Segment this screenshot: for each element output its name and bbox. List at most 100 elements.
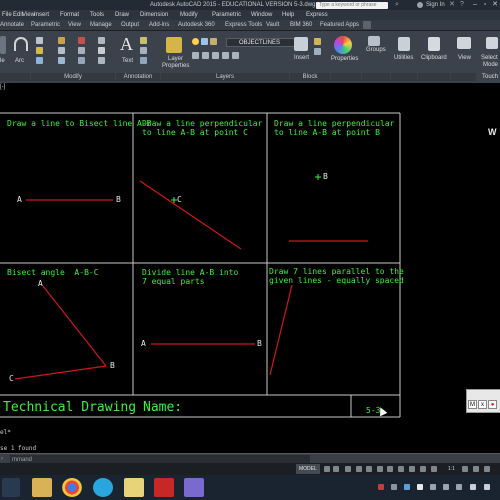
line-icon[interactable] — [0, 36, 6, 54]
snap-icon[interactable] — [333, 466, 339, 472]
notes-icon[interactable] — [124, 478, 144, 497]
ortho-icon[interactable] — [345, 466, 351, 472]
menu-format[interactable]: Format — [60, 10, 79, 20]
clipboard-button[interactable]: Clipboard — [421, 55, 447, 61]
otrack-icon[interactable] — [377, 466, 383, 472]
tab-bim-360[interactable]: BIM 360 — [290, 20, 312, 30]
start-button[interactable] — [2, 478, 20, 497]
arc-button[interactable]: Arc — [15, 58, 24, 64]
erase-icon[interactable] — [98, 37, 105, 44]
model-space-button[interactable]: MODEL — [296, 464, 320, 474]
panel-properties-title[interactable] — [331, 73, 361, 81]
utilities-icon[interactable] — [398, 37, 410, 51]
menu-view[interactable]: View — [22, 10, 35, 20]
panel-groups-title[interactable] — [362, 73, 390, 81]
tray-icon-6[interactable] — [443, 484, 449, 490]
floating-toolbar-close-button[interactable]: x — [478, 400, 487, 409]
isolate-icon[interactable] — [473, 466, 479, 472]
tab-extra-icon[interactable] — [363, 21, 371, 29]
app-icon[interactable] — [184, 478, 204, 497]
edit-block-icon[interactable] — [314, 48, 321, 55]
copy-icon[interactable] — [36, 47, 43, 54]
menu-help[interactable]: Help — [282, 10, 294, 20]
menu-window[interactable]: Window — [251, 10, 272, 20]
chrome-icon[interactable] — [62, 478, 82, 497]
polar-icon[interactable] — [356, 466, 362, 472]
view-icon[interactable] — [457, 37, 471, 49]
annotation-scale[interactable]: 1:1 — [448, 463, 455, 475]
annotation-icon[interactable] — [420, 466, 426, 472]
transparency-icon[interactable] — [398, 466, 404, 472]
tray-icon-2[interactable] — [391, 484, 397, 490]
viewcube-west-label[interactable]: W — [488, 127, 497, 137]
viewport-label[interactable]: [-] — [0, 84, 5, 90]
maximize-button[interactable]: ▫ — [480, 0, 490, 10]
scale-icon[interactable] — [58, 57, 65, 64]
autocad-icon[interactable] — [154, 478, 174, 497]
search-input[interactable]: Type a keyword or phrase — [316, 2, 388, 9]
layer-on-icon[interactable] — [192, 38, 199, 45]
layer-properties-icon[interactable] — [166, 37, 182, 53]
dimension-icon[interactable] — [140, 37, 147, 44]
array-icon[interactable] — [78, 57, 85, 64]
menu-insert[interactable]: Insert — [34, 10, 49, 20]
layer-tool-4-icon[interactable] — [222, 52, 229, 59]
menu-express[interactable]: Express — [306, 10, 328, 20]
properties-icon[interactable] — [334, 36, 352, 54]
insert-icon[interactable] — [294, 37, 308, 51]
exchange-icon[interactable]: ✕ — [448, 1, 456, 9]
tab-output[interactable]: Output — [121, 20, 139, 30]
network-icon[interactable] — [484, 484, 490, 490]
menu-file[interactable]: File — [2, 10, 12, 20]
panel-layers-title[interactable]: Layers — [161, 73, 289, 81]
panel-annotation-title[interactable]: Annotation — [116, 73, 160, 81]
tab-add-ins[interactable]: Add-ins — [149, 20, 169, 30]
tray-icon-5[interactable] — [430, 484, 436, 490]
touch-label[interactable]: Touch — [482, 74, 498, 80]
tab-featured-apps[interactable]: Featured Apps — [320, 20, 359, 30]
tab-vault[interactable]: Vault — [266, 20, 279, 30]
stretch-icon[interactable] — [36, 57, 43, 64]
file-explorer-icon[interactable] — [32, 478, 52, 497]
tab-view[interactable]: View — [68, 20, 81, 30]
help-icon[interactable]: ? — [458, 1, 466, 9]
move-icon[interactable] — [36, 37, 43, 44]
offset-icon[interactable] — [98, 57, 105, 64]
layer-lock-icon[interactable] — [210, 38, 217, 45]
text-button[interactable]: Text — [122, 58, 133, 64]
close-button[interactable]: ✕ — [490, 0, 500, 10]
menu-dimension[interactable]: Dimension — [140, 10, 168, 20]
properties-button[interactable]: Properties — [331, 56, 358, 62]
grid-icon[interactable] — [324, 466, 330, 472]
groups-button[interactable]: Groups — [366, 47, 386, 53]
tab-annotate[interactable]: Annotate — [0, 20, 24, 30]
draw-line-label[interactable]: le — [0, 58, 5, 64]
tab-autodesk-360[interactable]: Autodesk 360 — [178, 20, 215, 30]
layer-properties-label-2[interactable]: Properties — [162, 63, 189, 69]
clipboard-icon[interactable] — [428, 37, 440, 51]
tab-express-tools[interactable]: Express Tools — [225, 20, 262, 30]
menu-tools[interactable]: Tools — [90, 10, 104, 20]
panel-block-title[interactable]: Block — [290, 73, 330, 81]
selection-cycling-icon[interactable] — [409, 466, 415, 472]
view-button[interactable]: View — [458, 55, 471, 61]
customize-icon[interactable] — [484, 466, 490, 472]
layer-tool-3-icon[interactable] — [212, 52, 219, 59]
explode-icon[interactable] — [98, 47, 105, 54]
layer-tool-1-icon[interactable] — [192, 52, 199, 59]
select-mode-label-2[interactable]: Mode — [483, 62, 498, 68]
leader-icon[interactable] — [140, 47, 147, 54]
workspace-icon[interactable] — [462, 466, 468, 472]
tray-icon-7[interactable] — [456, 484, 462, 490]
panel-clipboard-title[interactable] — [418, 73, 450, 81]
minimize-button[interactable]: – — [470, 0, 480, 10]
volume-icon[interactable] — [470, 484, 476, 490]
tray-icon-4[interactable] — [417, 484, 423, 490]
menu-draw[interactable]: Draw — [115, 10, 129, 20]
binoculars-icon[interactable]: ⌕ — [393, 1, 401, 9]
floating-toolbar-record-button[interactable]: ● — [488, 400, 497, 409]
osnap-icon[interactable] — [366, 466, 372, 472]
table-icon[interactable] — [140, 57, 147, 64]
sign-in-link[interactable]: Sign In — [426, 0, 445, 10]
lineweight-icon[interactable] — [387, 466, 393, 472]
